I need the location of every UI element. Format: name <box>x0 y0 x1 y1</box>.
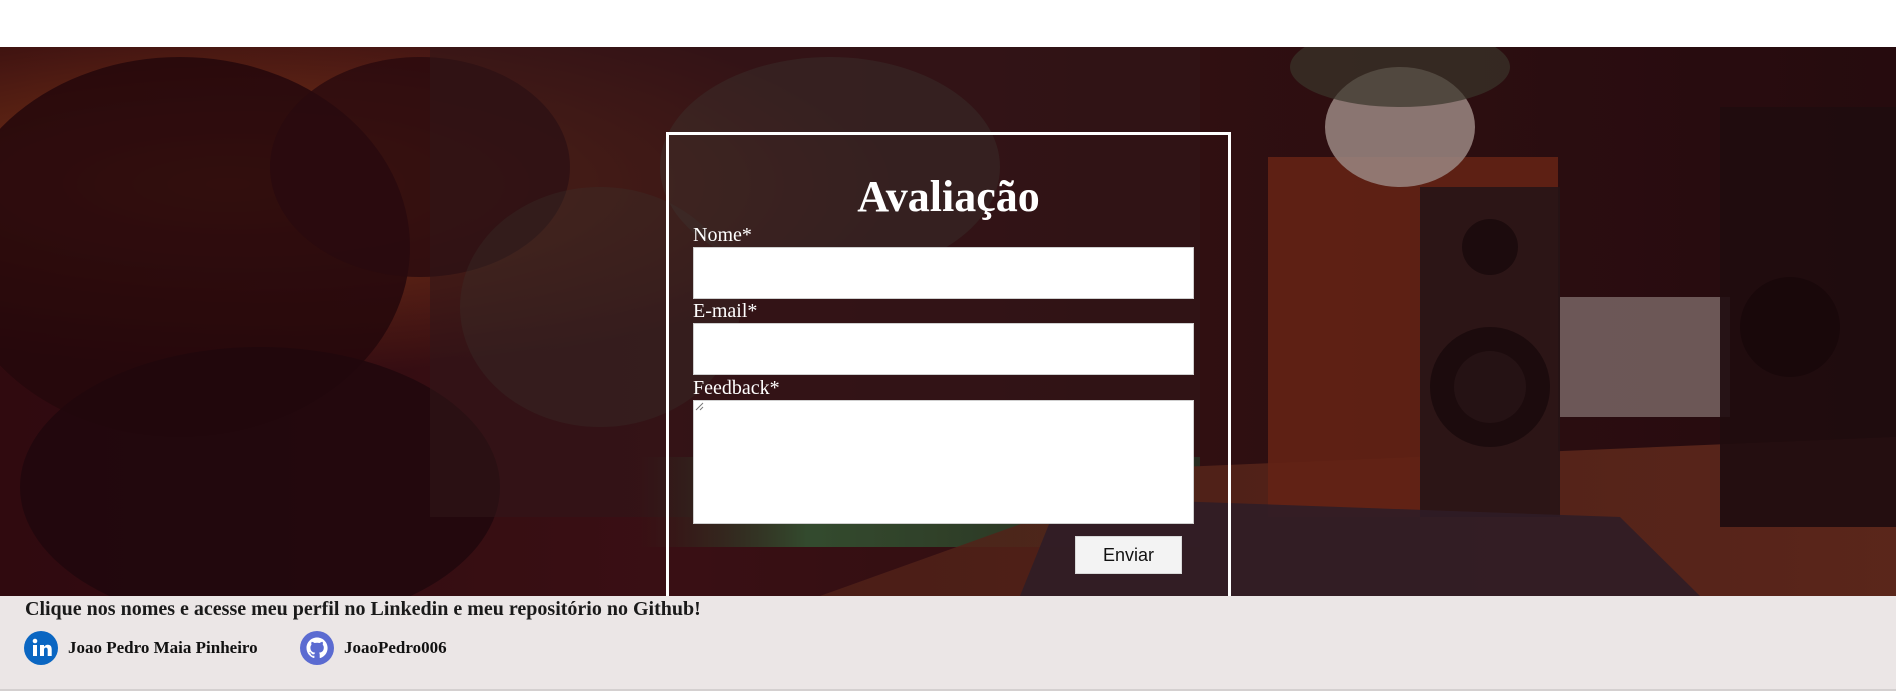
github-link[interactable]: JoaoPedro006 <box>300 630 447 666</box>
email-input[interactable] <box>693 323 1194 375</box>
top-bar <box>0 0 1896 47</box>
email-label: E-mail* <box>693 300 758 322</box>
footer-intro: Clique nos nomes e acesse meu perfil no … <box>25 598 701 620</box>
submit-button[interactable]: Enviar <box>1075 536 1182 574</box>
linkedin-link[interactable]: Joao Pedro Maia Pinheiro <box>24 630 258 666</box>
github-link-label: JoaoPedro006 <box>344 638 447 657</box>
feedback-form: Avaliação Nome* E-mail* Feedback* Enviar <box>666 132 1231 596</box>
name-label: Nome* <box>693 224 752 246</box>
feedback-label: Feedback* <box>693 377 780 399</box>
linkedin-icon <box>24 631 58 665</box>
footer: Clique nos nomes e acesse meu perfil no … <box>0 596 1896 691</box>
feedback-textarea[interactable] <box>693 400 1194 524</box>
hero-background: Avaliação Nome* E-mail* Feedback* Enviar <box>0 47 1896 596</box>
github-icon <box>300 631 334 665</box>
name-input[interactable] <box>693 247 1194 299</box>
linkedin-link-label: Joao Pedro Maia Pinheiro <box>68 638 258 657</box>
resize-grip-icon[interactable] <box>694 401 704 411</box>
form-title: Avaliação <box>857 172 1040 221</box>
